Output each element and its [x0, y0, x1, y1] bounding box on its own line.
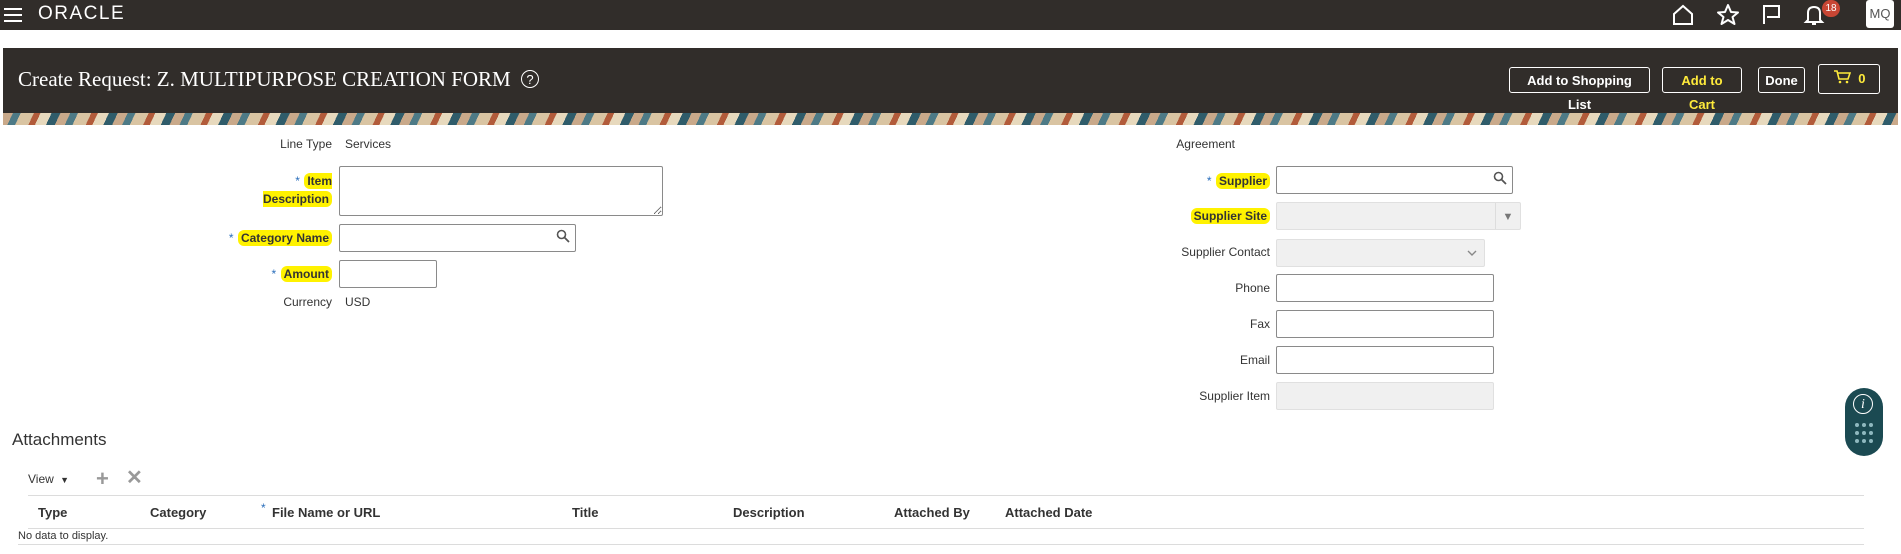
required-indicator: *	[271, 267, 277, 281]
shopping-cart-button[interactable]: 0	[1818, 64, 1880, 94]
decorative-banner	[3, 113, 1898, 125]
supplier-label: Supplier	[1215, 173, 1270, 189]
required-indicator: *	[1206, 174, 1212, 188]
column-header-attached-date[interactable]: Attached Date	[1005, 505, 1092, 520]
cart-count: 0	[1858, 71, 1866, 86]
currency-value: USD	[345, 295, 371, 309]
supplier-site-label: Supplier Site	[1190, 208, 1270, 224]
currency-label: Currency	[283, 295, 332, 309]
item-description-label-wrap: * Item Description	[228, 172, 332, 208]
category-name-label: Category Name	[237, 230, 332, 246]
add-to-shopping-list-button[interactable]: Add to Shopping List	[1509, 67, 1650, 112]
flag-icon[interactable]	[1759, 3, 1783, 27]
attachments-title: Attachments	[12, 430, 107, 449]
view-menu-label: View	[28, 472, 54, 486]
supplier-item-field	[1276, 382, 1494, 410]
user-avatar[interactable]: MQ	[1866, 0, 1894, 28]
supplier-contact-select[interactable]	[1276, 239, 1485, 267]
home-icon[interactable]	[1671, 3, 1695, 27]
category-name-input[interactable]	[339, 224, 576, 252]
apps-grid-icon[interactable]	[1854, 422, 1874, 451]
menu-icon[interactable]	[4, 6, 22, 22]
search-icon[interactable]	[556, 229, 570, 243]
column-header-type[interactable]: Type	[38, 505, 67, 520]
phone-field[interactable]	[1276, 274, 1494, 302]
search-icon[interactable]	[1493, 171, 1507, 185]
required-indicator: *	[261, 501, 266, 515]
chevron-down-icon[interactable]	[1466, 246, 1478, 264]
view-menu[interactable]: View ▼	[28, 472, 69, 486]
done-button[interactable]: Done	[1758, 67, 1805, 93]
line-type-value: Services	[345, 137, 392, 151]
fax-label: Fax	[1249, 317, 1270, 331]
side-assistant-panel[interactable]: i	[1845, 388, 1883, 456]
supplier-site-select[interactable]: ▼	[1276, 202, 1521, 230]
amount-label: Amount	[280, 266, 332, 282]
add-to-cart-button[interactable]: Add to Cart	[1662, 67, 1742, 112]
supplier-contact-label: Supplier Contact	[1181, 245, 1270, 259]
notification-count-badge: 18	[1822, 0, 1840, 17]
amount-label-wrap: * Amount	[262, 265, 332, 283]
dropdown-arrow-icon[interactable]: ▼	[1495, 203, 1520, 229]
column-header-title[interactable]: Title	[572, 505, 599, 520]
required-indicator: *	[295, 174, 300, 188]
table-border-bottom	[18, 544, 1864, 545]
empty-table-message: No data to display.	[18, 530, 109, 542]
info-icon[interactable]: i	[1853, 394, 1873, 414]
column-header-category[interactable]: Category	[150, 505, 206, 520]
table-border-top	[28, 495, 1864, 496]
agreement-label: Agreement	[1176, 137, 1235, 151]
help-icon[interactable]: ?	[521, 70, 539, 88]
add-icon[interactable]: +	[96, 468, 109, 490]
required-indicator: *	[228, 231, 234, 245]
column-header-description[interactable]: Description	[733, 505, 805, 520]
table-header-divider	[28, 528, 1864, 529]
oracle-logo[interactable]: ORACLE	[38, 3, 125, 25]
column-header-attached-by[interactable]: Attached By	[894, 505, 970, 520]
chevron-down-icon: ▼	[60, 475, 70, 485]
delete-icon[interactable]: ✕	[126, 468, 143, 488]
supplier-site-label-wrap: Supplier Site	[1140, 207, 1270, 225]
category-name-label-wrap: * Category Name	[226, 229, 332, 247]
fax-field[interactable]	[1276, 310, 1494, 338]
column-header-file-name-or-url[interactable]: File Name or URL	[272, 505, 380, 520]
favorites-star-icon[interactable]	[1716, 3, 1740, 27]
supplier-input[interactable]	[1276, 166, 1513, 194]
item-description-field[interactable]	[339, 166, 663, 216]
line-type-label: Line Type	[280, 137, 332, 151]
email-label: Email	[1239, 353, 1270, 367]
email-field[interactable]	[1276, 346, 1494, 374]
page-title: Create Request: Z. MULTIPURPOSE CREATION…	[18, 67, 511, 91]
global-header: ORACLE 18 MQ	[0, 0, 1901, 30]
cart-icon	[1833, 66, 1851, 94]
amount-field[interactable]	[339, 260, 437, 288]
phone-label: Phone	[1235, 281, 1270, 295]
supplier-item-label: Supplier Item	[1199, 389, 1270, 403]
supplier-label-wrap: * Supplier	[1140, 172, 1270, 190]
